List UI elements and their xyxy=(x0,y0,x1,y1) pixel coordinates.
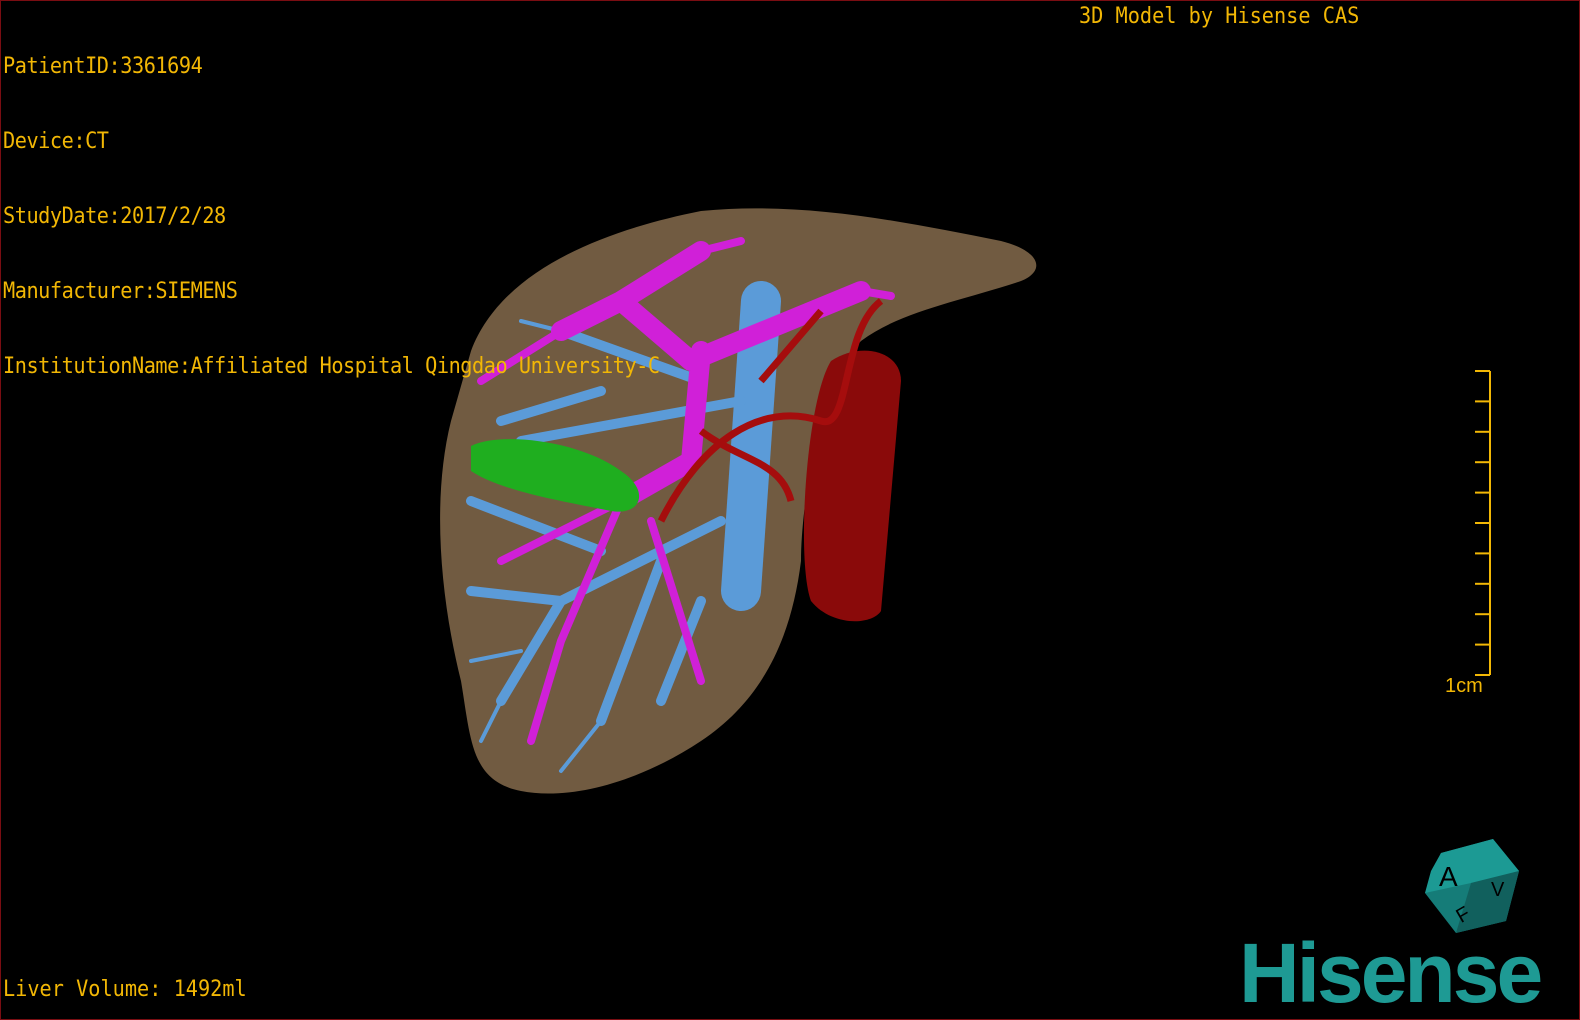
patient-info: PatientID:3361694 Device:CT StudyDate:20… xyxy=(3,4,660,429)
liver-volume: Liver Volume: 1492ml xyxy=(3,977,247,1002)
device: Device:CT xyxy=(3,129,109,154)
study-date: StudyDate:2017/2/28 xyxy=(3,204,226,229)
institution-name: InstitutionName:Affiliated Hospital Qing… xyxy=(3,354,660,379)
orientation-cube[interactable]: A F V xyxy=(1425,839,1519,933)
patient-id: PatientID:3361694 xyxy=(3,54,203,79)
model-credit: 3D Model by Hisense CAS xyxy=(1079,4,1360,29)
3d-viewport[interactable]: A F V PatientID:3361694 Device:CT StudyD… xyxy=(0,0,1580,1020)
scale-bar-label: 1cm xyxy=(1445,675,1483,697)
scale-bar xyxy=(1475,370,1491,676)
cube-face-v: V xyxy=(1491,879,1505,901)
manufacturer: Manufacturer:SIEMENS xyxy=(3,279,238,304)
hisense-logo: Hisense xyxy=(1239,926,1543,1020)
cube-face-a: A xyxy=(1439,861,1458,892)
